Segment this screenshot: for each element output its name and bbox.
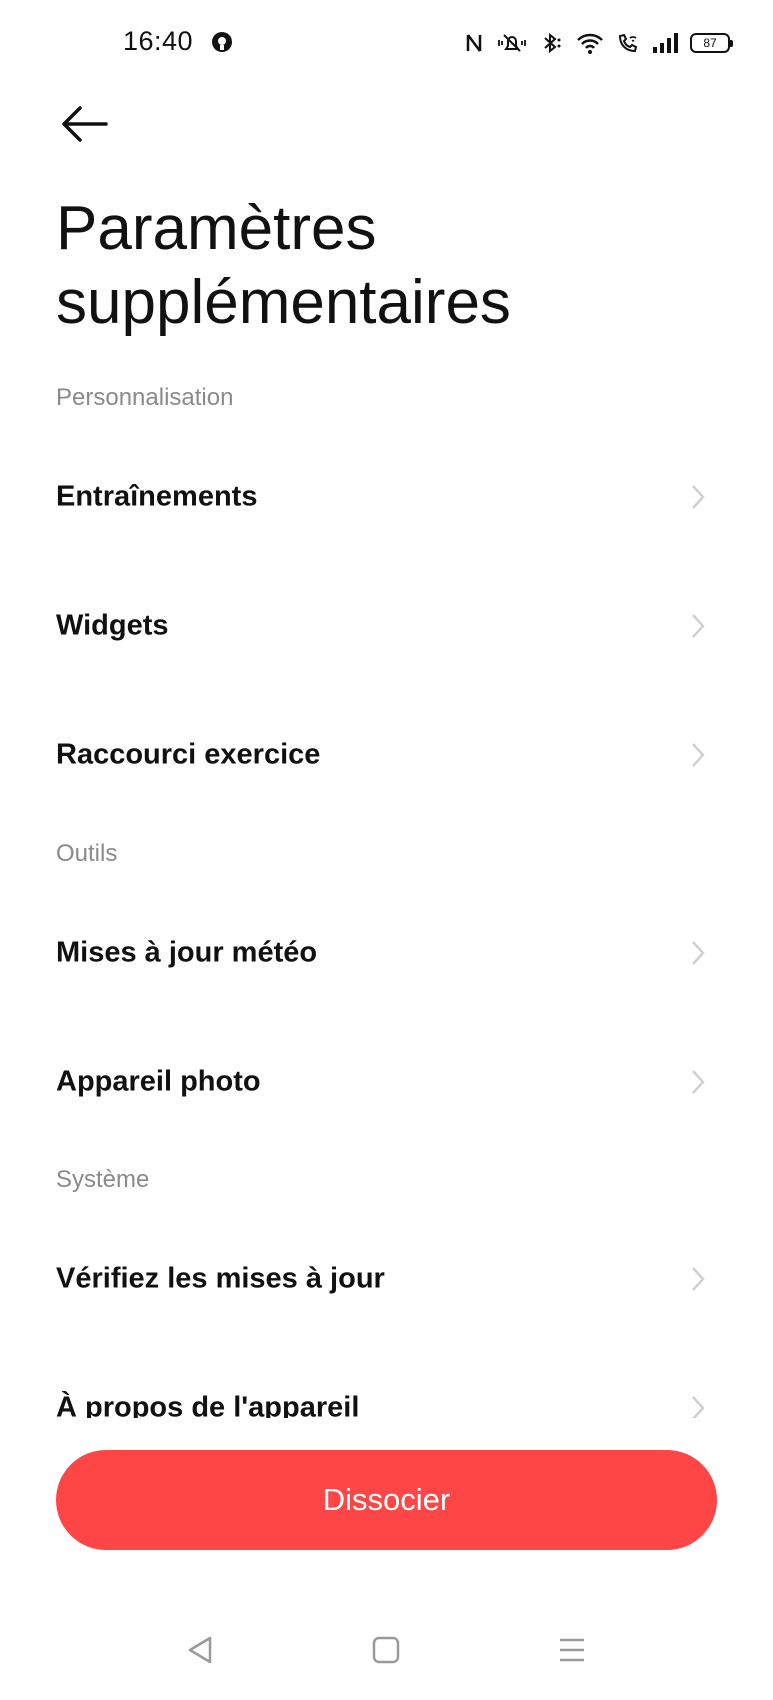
nav-menu-button[interactable] [542, 1620, 602, 1680]
setting-item-mises-a-jour-meteo[interactable]: Mises à jour météo [0, 903, 773, 1003]
signal-icon [652, 32, 678, 54]
chevron-right-icon [692, 485, 705, 509]
nav-back-icon [188, 1636, 212, 1664]
system-nav-bar [0, 1620, 773, 1690]
bluetooth-icon [540, 31, 564, 55]
nav-menu-icon [560, 1638, 584, 1662]
chevron-right-icon [692, 941, 705, 965]
app-notification-icon [211, 31, 233, 53]
setting-item-entrainements[interactable]: Entraînements [0, 447, 773, 547]
setting-item-widgets[interactable]: Widgets [0, 576, 773, 676]
chevron-right-icon [692, 614, 705, 638]
section-header-outils: Outils [56, 840, 118, 867]
nfc-icon [464, 31, 484, 55]
wifi-calling-icon [616, 31, 640, 55]
chevron-right-icon [692, 743, 705, 767]
arrow-left-icon [62, 106, 108, 142]
setting-item-raccourci-exercice[interactable]: Raccourci exercice [0, 705, 773, 805]
setting-item-appareil-photo[interactable]: Appareil photo [0, 1032, 773, 1132]
section-header-systeme: Système [56, 1166, 150, 1193]
chevron-right-icon [692, 1267, 705, 1291]
setting-item-label: Vérifiez les mises à jour [56, 1262, 385, 1295]
section-header-personnalisation: Personnalisation [56, 384, 234, 411]
setting-item-label: Mises à jour météo [56, 936, 318, 969]
status-time: 16:40 [123, 26, 194, 56]
back-button[interactable] [58, 102, 110, 146]
nav-home-button[interactable] [356, 1620, 416, 1680]
status-icons: 87 [464, 28, 733, 58]
setting-item-label: Raccourci exercice [56, 738, 321, 771]
mute-icon [496, 31, 528, 55]
setting-item-verifiez-mises-a-jour[interactable]: Vérifiez les mises à jour [0, 1229, 773, 1329]
setting-item-label: Entraînements [56, 480, 258, 513]
page-title: Paramètres supplémentaires [56, 194, 511, 337]
nav-home-icon [372, 1636, 400, 1664]
setting-item-label: Widgets [56, 609, 169, 642]
wifi-icon [576, 31, 604, 55]
nav-back-button[interactable] [171, 1620, 231, 1680]
chevron-right-icon [692, 1070, 705, 1094]
setting-item-label: Appareil photo [56, 1065, 261, 1098]
unpair-button[interactable]: Dissocier [56, 1450, 717, 1550]
battery-icon: 87 [690, 33, 733, 53]
status-bar: 16:40 87 [0, 0, 773, 84]
